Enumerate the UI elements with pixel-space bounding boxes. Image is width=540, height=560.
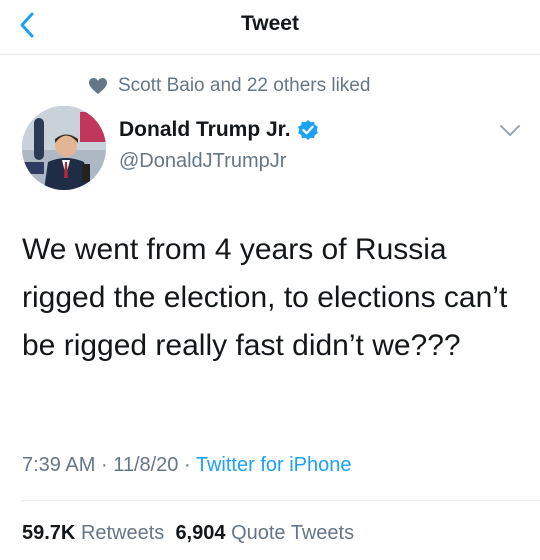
quote-tweets-stat[interactable]: 6,904 Quote Tweets — [175, 522, 354, 544]
retweets-count: 59.7K — [22, 522, 76, 544]
social-context-text: Scott Baio and 22 others liked — [118, 75, 371, 96]
meta-separator: · — [100, 454, 108, 476]
avatar-image — [22, 106, 106, 190]
tweet-source-link[interactable]: Twitter for iPhone — [196, 454, 352, 476]
top-bar: Tweet — [0, 0, 540, 55]
tweet-metadata: 7:39 AM · 11/8/20 · Twitter for iPhone — [22, 454, 352, 477]
chevron-down-icon[interactable] — [498, 123, 522, 139]
retweets-stat[interactable]: 59.7K Retweets — [22, 522, 164, 544]
author-handle[interactable]: @DonaldJTrumpJr — [119, 150, 286, 173]
quote-tweets-count: 6,904 — [175, 522, 226, 544]
author-name: Donald Trump Jr. — [119, 118, 291, 141]
tweet-text: We went from 4 years of Russia rigged th… — [22, 233, 508, 362]
author-name-row[interactable]: Donald Trump Jr. — [119, 118, 319, 142]
verified-badge-icon — [297, 120, 318, 140]
avatar[interactable] — [22, 106, 106, 190]
tweet-time: 7:39 AM — [22, 454, 96, 476]
quote-tweets-label: Quote Tweets — [231, 522, 355, 544]
divider — [22, 500, 540, 501]
page-title: Tweet — [241, 12, 299, 35]
meta-separator: · — [184, 454, 191, 476]
heart-icon — [89, 78, 107, 94]
tweet-date: 11/8/20 — [113, 454, 179, 476]
retweets-label: Retweets — [80, 522, 165, 544]
tweet-stats: 59.7K Retweets 6,904 Quote Tweets — [22, 522, 354, 545]
social-context[interactable]: Scott Baio and 22 others liked — [88, 74, 370, 98]
